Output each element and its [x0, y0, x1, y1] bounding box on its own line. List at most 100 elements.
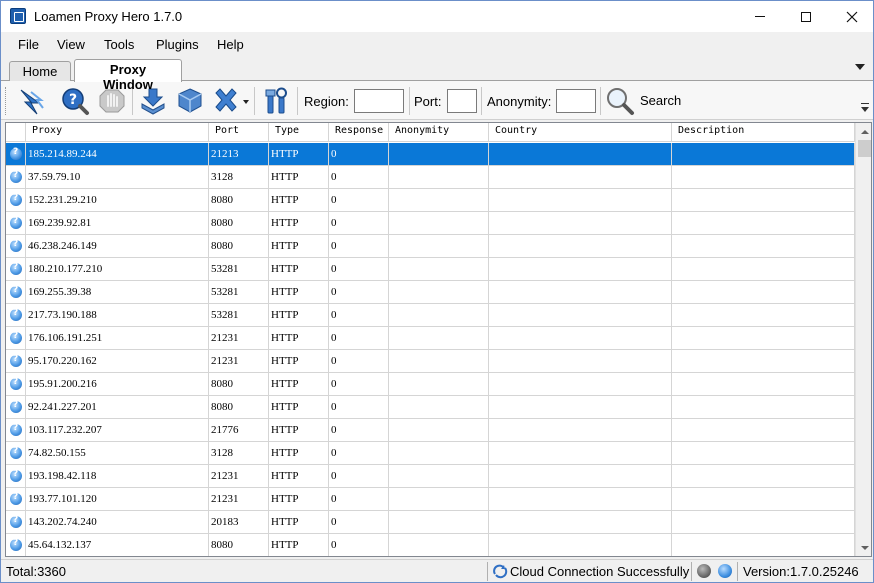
column-header-type[interactable]: Type: [269, 123, 329, 142]
cell-anonymity: [389, 350, 489, 372]
cell-port: 8080: [209, 396, 269, 418]
cell-status: [6, 373, 26, 395]
delete-dropdown-icon[interactable]: [243, 100, 249, 104]
cell-description: [672, 235, 855, 257]
cell-proxy: 103.117.232.207: [26, 419, 209, 441]
minimize-button[interactable]: [737, 1, 783, 32]
toolbar-overflow-icon[interactable]: [861, 103, 869, 112]
cell-status: [6, 488, 26, 510]
table-row[interactable]: 92.241.227.2018080HTTP0: [6, 396, 855, 419]
column-header-description[interactable]: Description: [672, 123, 855, 142]
table-row[interactable]: 217.73.190.18853281HTTP0: [6, 304, 855, 327]
scroll-thumb[interactable]: [858, 140, 871, 157]
column-header-response[interactable]: Response: [329, 123, 389, 142]
toolbar-grip[interactable]: [5, 87, 8, 115]
cell-response: 0: [329, 373, 389, 395]
table-row[interactable]: 193.77.101.12021231HTTP0: [6, 488, 855, 511]
cell-status: [6, 511, 26, 533]
search-icon[interactable]: [603, 84, 637, 118]
cell-port: 53281: [209, 304, 269, 326]
help-search-icon[interactable]: ?: [58, 84, 92, 118]
unknown-status-icon: [10, 262, 22, 275]
cell-type: HTTP: [269, 212, 329, 234]
cell-type: HTTP: [269, 350, 329, 372]
table-row[interactable]: 103.117.232.20721776HTTP0: [6, 419, 855, 442]
scroll-up-button[interactable]: [856, 123, 871, 140]
cell-country: [489, 327, 672, 349]
cell-type: HTTP: [269, 534, 329, 556]
cubes-icon[interactable]: [173, 84, 207, 118]
cell-status: [6, 350, 26, 372]
table-row[interactable]: 74.82.50.1553128HTTP0: [6, 442, 855, 465]
delete-x-icon[interactable]: [209, 84, 243, 118]
column-header-proxy[interactable]: Proxy: [26, 123, 209, 142]
cell-status: [6, 304, 26, 326]
table-row[interactable]: 169.239.92.818080HTTP0: [6, 212, 855, 235]
tools-icon[interactable]: [259, 84, 293, 118]
tab-home[interactable]: Home: [9, 61, 71, 81]
cell-description: [672, 143, 855, 165]
app-window: Loamen Proxy Hero 1.7.0 File View Tools …: [0, 0, 874, 583]
menu-bar: File View Tools Plugins Help: [1, 32, 873, 57]
search-button[interactable]: Search: [640, 93, 681, 108]
maximize-button[interactable]: [783, 1, 829, 32]
table-header: Proxy Port Type Response Anonymity Count…: [6, 123, 855, 142]
column-header-anonymity[interactable]: Anonymity: [389, 123, 489, 142]
vertical-scrollbar[interactable]: [855, 123, 871, 556]
tab-proxy-window[interactable]: Proxy Window: [74, 59, 182, 92]
unknown-status-icon: [10, 515, 22, 528]
cell-anonymity: [389, 189, 489, 211]
cell-type: HTTP: [269, 419, 329, 441]
table-row[interactable]: 143.202.74.24020183HTTP0: [6, 511, 855, 534]
cell-anonymity: [389, 304, 489, 326]
port-input[interactable]: [447, 89, 477, 113]
cell-description: [672, 189, 855, 211]
close-icon: [846, 11, 858, 22]
menu-tools[interactable]: Tools: [104, 37, 134, 52]
cell-proxy: 195.91.200.216: [26, 373, 209, 395]
cell-response: 0: [329, 327, 389, 349]
unknown-status-icon: [10, 400, 22, 413]
cell-port: 8080: [209, 534, 269, 556]
chevron-down-icon: [860, 545, 869, 550]
anonymity-input[interactable]: [556, 89, 596, 113]
lightning-run-icon[interactable]: [15, 84, 49, 118]
cell-country: [489, 488, 672, 510]
menu-file[interactable]: File: [18, 37, 39, 52]
cell-status: [6, 235, 26, 257]
cell-anonymity: [389, 235, 489, 257]
table-row[interactable]: 46.238.246.1498080HTTP0: [6, 235, 855, 258]
table-row[interactable]: 37.59.79.103128HTTP0: [6, 166, 855, 189]
menu-help[interactable]: Help: [217, 37, 244, 52]
table-row[interactable]: 193.198.42.11821231HTTP0: [6, 465, 855, 488]
version-text: Version:1.7.0.25246: [743, 564, 859, 579]
cell-country: [489, 442, 672, 464]
table-row[interactable]: 95.170.220.16221231HTTP0: [6, 350, 855, 373]
table-row[interactable]: 152.231.29.2108080HTTP0: [6, 189, 855, 212]
table-row[interactable]: 169.255.39.3853281HTTP0: [6, 281, 855, 304]
cell-port: 21231: [209, 488, 269, 510]
menu-plugins[interactable]: Plugins: [156, 37, 199, 52]
table-row[interactable]: 180.210.177.21053281HTTP0: [6, 258, 855, 281]
cell-country: [489, 212, 672, 234]
cloud-status: Cloud Connection Successfully: [510, 564, 690, 579]
table-row[interactable]: 185.214.89.24421213HTTP0: [6, 143, 855, 166]
cell-proxy: 46.238.246.149: [26, 235, 209, 257]
cell-proxy: 74.82.50.155: [26, 442, 209, 464]
menu-view[interactable]: View: [57, 37, 85, 52]
cell-response: 0: [329, 534, 389, 556]
scroll-down-button[interactable]: [856, 539, 871, 556]
table-row[interactable]: 176.106.191.25121231HTTP0: [6, 327, 855, 350]
table-row[interactable]: 195.91.200.2168080HTTP0: [6, 373, 855, 396]
table-row[interactable]: 45.64.132.1378080HTTP0: [6, 534, 855, 556]
cell-anonymity: [389, 534, 489, 556]
region-input[interactable]: [354, 89, 404, 113]
tab-list-dropdown-icon[interactable]: [855, 64, 865, 70]
close-button[interactable]: [829, 1, 874, 32]
cell-response: 0: [329, 258, 389, 280]
column-header-port[interactable]: Port: [209, 123, 269, 142]
column-header-country[interactable]: Country: [489, 123, 672, 142]
cell-response: 0: [329, 350, 389, 372]
cell-anonymity: [389, 442, 489, 464]
cell-anonymity: [389, 396, 489, 418]
